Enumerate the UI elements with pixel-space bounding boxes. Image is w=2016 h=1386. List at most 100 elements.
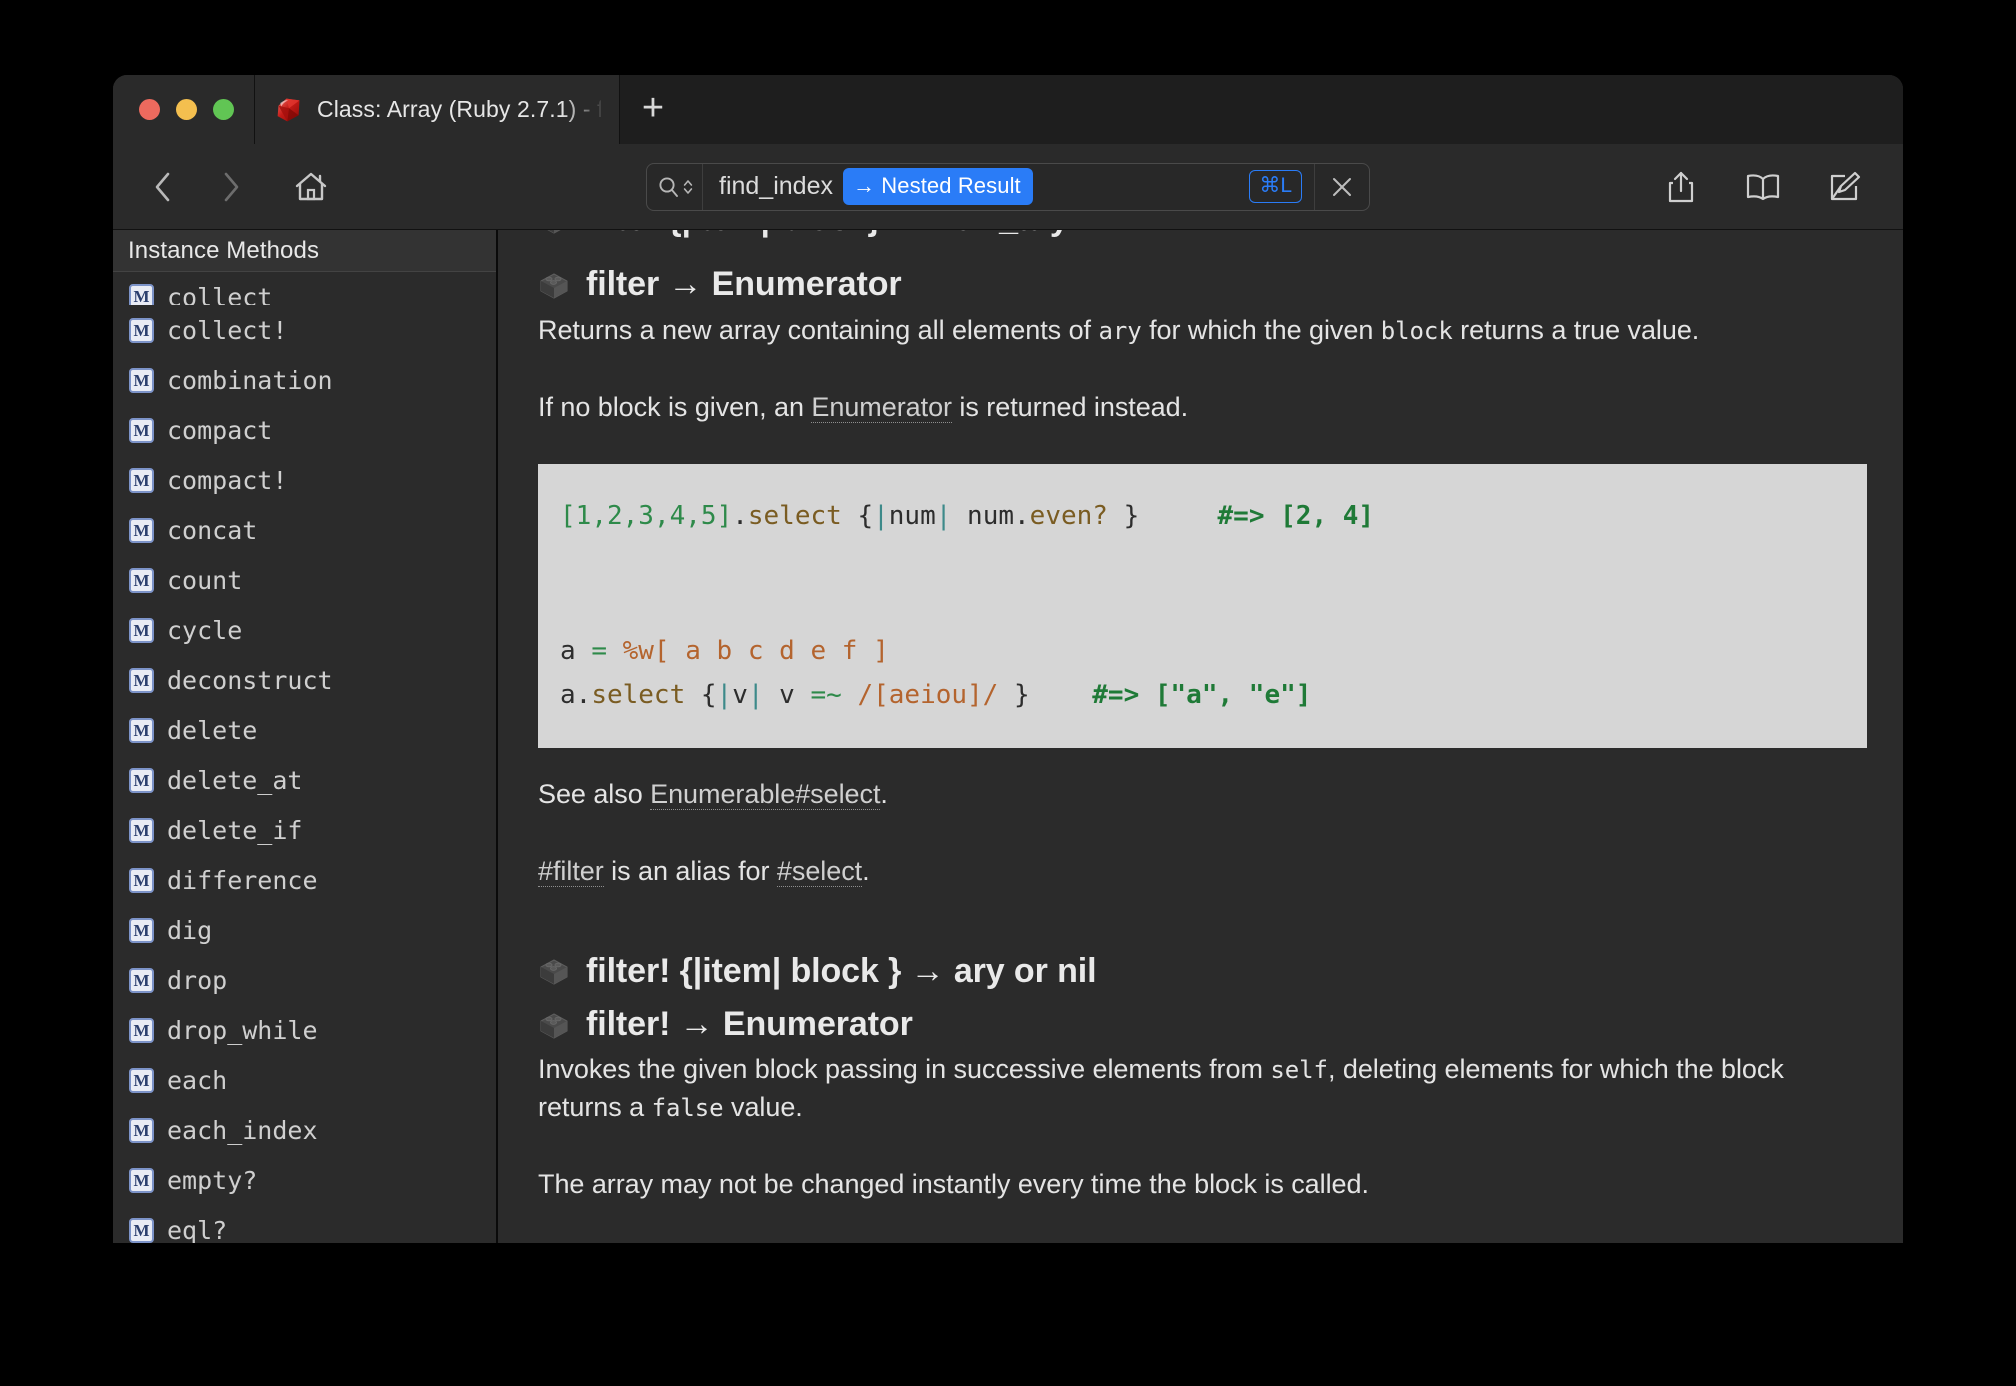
para-text: value.	[723, 1091, 803, 1122]
method-brick-icon	[540, 959, 568, 985]
sidebar-item-eql[interactable]: M eql?	[113, 1205, 496, 1243]
sidebar-item-label: delete	[167, 715, 258, 745]
method-badge-icon: M	[129, 517, 154, 543]
link-select[interactable]: #select	[776, 856, 862, 888]
sidebar-item-each-index[interactable]: M each_index	[113, 1105, 496, 1155]
method-badge-icon: M	[129, 917, 154, 943]
paragraph-see-also: See also Enumerable#select.	[538, 776, 1867, 813]
method-badge-icon: M	[129, 767, 154, 793]
sidebar-header: Instance Methods	[113, 230, 496, 272]
sidebar-item-delete-if[interactable]: M delete_if	[113, 805, 496, 855]
sidebar-item-label: dig	[167, 915, 213, 945]
sidebar-item-label: difference	[167, 865, 318, 895]
sidebar-item-empty[interactable]: M empty?	[113, 1155, 496, 1205]
sidebar-item-cycle[interactable]: M cycle	[113, 605, 496, 655]
method-badge-icon: M	[129, 284, 154, 305]
sidebar-item-delete[interactable]: M delete	[113, 705, 496, 755]
toolbar-right-actions	[1653, 159, 1873, 215]
forward-button[interactable]	[203, 159, 259, 215]
inline-code-self: self	[1270, 1056, 1328, 1085]
method-badge-icon: M	[129, 467, 154, 493]
sidebar-item-concat[interactable]: M concat	[113, 505, 496, 555]
para-text: for which the given	[1141, 314, 1381, 345]
inline-code-block: block	[1380, 316, 1453, 345]
search-input[interactable]: find_index	[703, 172, 833, 201]
signature-text: filter! {|item| block } → ary or nil	[586, 951, 1097, 990]
inline-code-ary: ary	[1098, 316, 1142, 345]
sidebar-item-label: collect!	[167, 315, 288, 345]
method-badge-icon: M	[129, 1217, 154, 1243]
signature-text: filter! → Enumerator	[586, 1005, 913, 1043]
sidebar-item-dig[interactable]: M dig	[113, 905, 496, 955]
method-badge-icon: M	[129, 1117, 154, 1143]
sidebar-item-drop[interactable]: M drop	[113, 955, 496, 1005]
method-brick-icon	[540, 1013, 568, 1039]
share-icon	[1668, 171, 1694, 202]
para-text: If no block is given, an	[538, 392, 812, 423]
sidebar-item-label: cycle	[167, 615, 243, 645]
paragraph-invokes-block: Invokes the given block passing in succe…	[538, 1051, 1867, 1126]
method-badge-icon: M	[129, 567, 154, 593]
sidebar-item-label: each	[167, 1065, 228, 1095]
reading-list-button[interactable]	[1735, 159, 1791, 215]
close-window-button[interactable]	[139, 99, 160, 120]
documentation-article-pane: filter {|item| block} → new_ary filter →…	[498, 230, 1903, 1243]
compose-button[interactable]	[1817, 159, 1873, 215]
sidebar-item-count[interactable]: M count	[113, 555, 496, 605]
home-button[interactable]	[283, 159, 339, 215]
sidebar-item-compact-bang[interactable]: M compact!	[113, 455, 496, 505]
browser-tab-active[interactable]: Class: Array (Ruby 2.7.1) - f	[255, 75, 620, 144]
sidebar-method-list: M collect M collect! M combination M com…	[113, 273, 496, 1243]
sidebar-item-label: delete_if	[167, 815, 303, 845]
method-badge-icon: M	[129, 367, 154, 393]
method-signature-filter-block-clipped: filter {|item| block} → new_ary	[538, 230, 1867, 240]
share-button[interactable]	[1653, 159, 1709, 215]
search-icon	[658, 176, 678, 197]
method-badge-icon: M	[129, 817, 154, 843]
sidebar-item-delete-at[interactable]: M delete_at	[113, 755, 496, 805]
sidebar-item-label: concat	[167, 515, 258, 545]
paragraph-returns-new-array: Returns a new array containing all eleme…	[538, 312, 1867, 349]
link-enumerable-select[interactable]: Enumerable#select	[650, 779, 880, 811]
paragraph-no-block: If no block is given, an Enumerator is r…	[538, 389, 1867, 426]
search-shortcut-badge: ⌘L	[1249, 170, 1302, 203]
sidebar-item-difference[interactable]: M difference	[113, 855, 496, 905]
traffic-light-group	[113, 75, 255, 144]
sidebar-item-each[interactable]: M each	[113, 1055, 496, 1105]
back-chevron-icon	[155, 172, 170, 201]
page-content: Instance Methods M collect M collect! M …	[113, 230, 1903, 1243]
search-scope-token[interactable]: → Nested Result	[842, 168, 1033, 205]
sidebar-item-collect[interactable]: M collect	[113, 273, 496, 305]
minimize-window-button[interactable]	[176, 99, 197, 120]
link-filter[interactable]: #filter	[538, 856, 604, 888]
sidebar-item-label: count	[167, 565, 243, 595]
sidebar-item-label: deconstruct	[167, 665, 333, 695]
signature-text: filter {|item| block} → new_ary	[586, 230, 1069, 240]
code-example-block: [1,2,3,4,5].select {|num| num.even? } #=…	[538, 464, 1867, 749]
zoom-window-button[interactable]	[213, 99, 234, 120]
sidebar-item-label: collect	[167, 283, 273, 305]
back-button[interactable]	[135, 159, 191, 215]
forward-chevron-icon	[224, 172, 239, 201]
sidebar-item-drop-while[interactable]: M drop_while	[113, 1005, 496, 1055]
search-scope-button[interactable]	[647, 163, 703, 210]
sidebar-item-combination[interactable]: M combination	[113, 355, 496, 405]
sidebar-item-collect-bang[interactable]: M collect!	[113, 305, 496, 355]
tab-bar: Class: Array (Ruby 2.7.1) - f +	[113, 75, 1903, 144]
para-text: .	[880, 779, 888, 810]
sidebar-item-label: drop	[167, 965, 228, 995]
new-tab-button[interactable]: +	[620, 75, 686, 144]
search-field[interactable]: find_index → Nested Result ⌘L	[646, 162, 1370, 211]
method-badge-icon: M	[129, 867, 154, 893]
para-text: See also	[538, 779, 651, 810]
method-badge-icon: M	[129, 667, 154, 693]
sidebar-item-deconstruct[interactable]: M deconstruct	[113, 655, 496, 705]
sidebar-item-compact[interactable]: M compact	[113, 405, 496, 455]
signature-text: filter → Enumerator	[586, 265, 902, 304]
instance-methods-sidebar[interactable]: Instance Methods M collect M collect! M …	[113, 230, 498, 1243]
method-signature-filter-enumerator: filter → Enumerator	[538, 264, 1867, 305]
method-signature-filter-bang-enumerator: filter! → Enumerator	[538, 1004, 1867, 1045]
link-enumerator[interactable]: Enumerator	[811, 392, 952, 424]
sidebar-item-label: delete_at	[167, 765, 303, 795]
search-clear-button[interactable]	[1314, 163, 1369, 210]
